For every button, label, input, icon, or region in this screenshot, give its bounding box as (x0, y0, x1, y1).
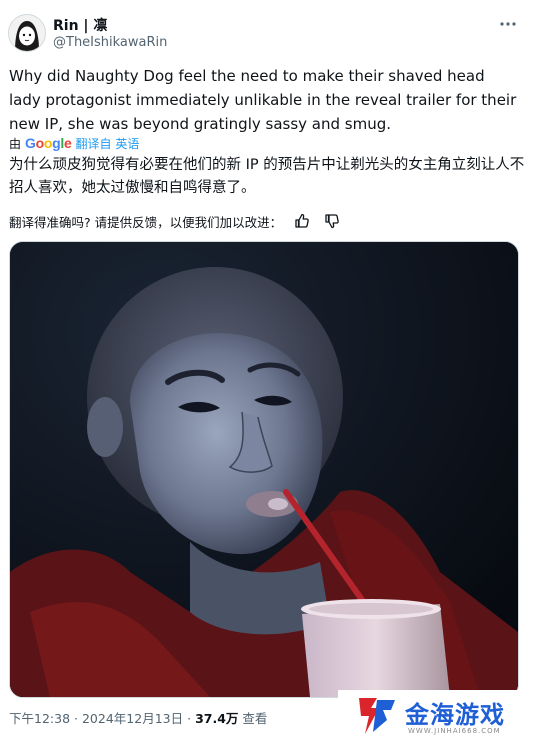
watermark-url: WWW.JINHAI668.COM (408, 727, 501, 735)
tweet-meta: 下午12:38 · 2024年12月13日 · 37.4万 查看 (9, 710, 267, 728)
user-handle[interactable]: @TheIshikawaRin (53, 35, 167, 50)
watermark-logo-icon (359, 698, 395, 734)
thumbs-down-icon[interactable] (324, 213, 340, 229)
meta-separator: · (74, 711, 78, 726)
more-icon[interactable] (498, 14, 518, 34)
translation-credit: 由 Google 翻译自 英语 (9, 135, 139, 151)
display-name[interactable]: Rin | 凛 (53, 15, 107, 35)
avatar-image (9, 15, 45, 51)
translation-feedback: 翻译得准确吗? 请提供反馈，以便我们加以改进： (9, 211, 340, 231)
translated-text: 为什么顽皮狗觉得有必要在他们的新 IP 的预告片中让剃光头的女主角立刻让人不招人… (9, 157, 525, 196)
avatar[interactable] (8, 14, 46, 52)
thumbs-up-icon[interactable] (294, 213, 310, 229)
photo-woman-drinking (10, 242, 518, 697)
google-logo: Google (25, 135, 72, 151)
watermark-text: 金海游戏 (405, 701, 505, 729)
views-label: 查看 (242, 711, 268, 726)
translation-by: 由 (9, 136, 22, 151)
tweet-time[interactable]: 下午12:38 (9, 711, 70, 726)
translation-source-link[interactable]: 翻译自 英语 (76, 135, 140, 152)
feedback-prompt: 翻译得准确吗? 请提供反馈，以便我们加以改进： (9, 214, 283, 230)
meta-separator: · (187, 711, 192, 726)
tweet-image[interactable] (9, 241, 519, 698)
tweet-date[interactable]: 2024年12月13日 (82, 711, 183, 726)
view-count: 37.4万 (195, 711, 239, 726)
tweet-text: Why did Naughty Dog feel the need to mak… (9, 67, 517, 133)
